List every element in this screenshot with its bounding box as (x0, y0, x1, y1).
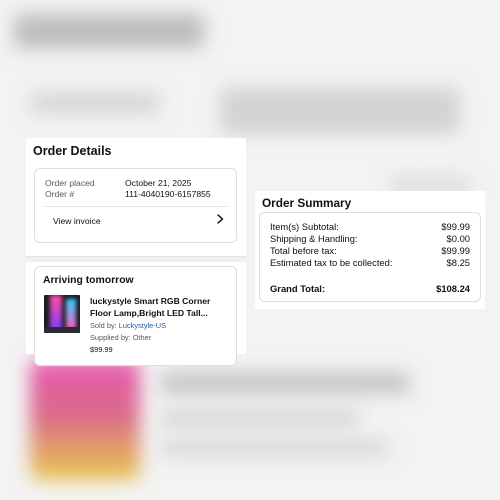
summary-label: Shipping & Handling: (270, 233, 358, 244)
summary-value: $99.99 (441, 245, 470, 256)
lamp-floor (44, 327, 80, 333)
order-placed-label: Order placed (45, 178, 95, 188)
order-details-panel: Order Details Order placed October 21, 2… (26, 138, 246, 366)
product-title-link[interactable]: luckystyle Smart RGB Corner Floor Lamp,B… (90, 295, 230, 319)
blurred-text (220, 88, 460, 134)
chevron-right-icon[interactable] (214, 212, 226, 226)
blurred-text (160, 410, 360, 426)
product-price: $99.99 (90, 345, 113, 354)
summary-label: Item(s) Subtotal: (270, 221, 339, 232)
section-separator (26, 256, 246, 262)
seller-link[interactable]: Luckystyle-US (119, 321, 166, 330)
blurred-product-image (30, 360, 140, 480)
lamp-glow-blue (66, 299, 76, 329)
arriving-title: Arriving tomorrow (43, 275, 134, 286)
blurred-text (30, 92, 160, 114)
supplied-by: Supplied by: Other (90, 333, 152, 342)
order-placed-value: October 21, 2025 (125, 178, 192, 188)
view-invoice-link[interactable]: View invoice (53, 216, 101, 226)
order-details-title: Order Details (33, 144, 112, 158)
sold-by-label: Sold by: (90, 321, 119, 330)
summary-value: $99.99 (441, 221, 470, 232)
summary-label: Grand Total: (270, 283, 326, 294)
order-summary-panel: Order Summary Item(s) Subtotal: $99.99 S… (255, 191, 485, 309)
blurred-text (160, 440, 390, 456)
order-summary-title: Order Summary (262, 196, 352, 210)
order-summary-card: Item(s) Subtotal: $99.99 Shipping & Hand… (259, 212, 481, 302)
order-number-label: Order # (45, 189, 75, 199)
order-details-card: Order placed October 21, 2025 Order # 11… (34, 168, 237, 243)
arriving-card: Arriving tomorrow luckystyle Smart RGB C… (34, 266, 237, 366)
product-thumbnail[interactable] (44, 295, 80, 333)
sold-by: Sold by: Luckystyle-US (90, 321, 166, 330)
summary-label: Estimated tax to be collected: (270, 257, 393, 268)
summary-value: $0.00 (446, 233, 470, 244)
summary-value: $8.25 (446, 257, 470, 268)
summary-label: Total before tax: (270, 245, 337, 256)
summary-value: $108.24 (436, 283, 470, 294)
order-number-value: 111-4040190-6157855 (125, 189, 211, 199)
blurred-header (14, 14, 204, 48)
divider (43, 206, 228, 207)
blurred-text (160, 372, 410, 394)
